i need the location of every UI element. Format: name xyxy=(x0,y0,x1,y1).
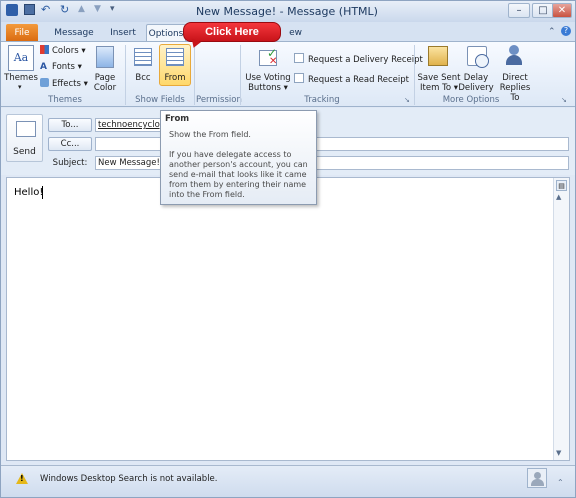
effects-button[interactable]: Effects ▾ xyxy=(40,78,88,90)
voting-buttons-label-text: Buttons xyxy=(248,83,281,93)
tooltip-line: send e-mail that looks like it came xyxy=(169,170,307,179)
colors-button[interactable]: Colors ▾ xyxy=(40,45,86,57)
read-receipt-checkbox[interactable]: Request a Read Receipt xyxy=(294,73,409,86)
delivery-receipt-label: Request a Delivery Receipt xyxy=(308,55,423,65)
themes-dropdown-icon[interactable]: ▾ xyxy=(18,83,22,91)
colors-label: Colors xyxy=(52,46,79,56)
bcc-button[interactable]: Bcc xyxy=(128,73,158,83)
person-body-shape xyxy=(506,55,522,65)
group-separator xyxy=(194,45,195,105)
save-sent-item-label-text: Item To xyxy=(420,83,452,93)
page-color-label-line2: Color xyxy=(93,83,117,93)
voting-buttons-label-line2: Buttons ▾ xyxy=(248,83,288,93)
save-sent-item-button[interactable]: Save Sent xyxy=(416,73,462,83)
to-field[interactable]: technoencycloped xyxy=(95,118,165,132)
minimize-ribbon-icon[interactable]: ⌃ xyxy=(548,27,556,37)
delay-delivery-button[interactable]: Delay xyxy=(458,73,494,83)
group-separator xyxy=(240,45,241,105)
ruler-toggle-icon[interactable]: ▤ xyxy=(556,180,567,191)
send-envelope-icon xyxy=(16,121,36,137)
close-button[interactable]: ✕ xyxy=(552,3,572,18)
from-icon[interactable] xyxy=(166,48,184,66)
tab-insert[interactable]: Insert xyxy=(104,24,142,42)
message-body[interactable] xyxy=(6,177,570,461)
scroll-down-arrow-icon[interactable]: ▼ xyxy=(556,449,561,457)
tooltip-title: From xyxy=(165,114,190,124)
save-sent-item-label-line2: Item To ▾ xyxy=(420,83,458,93)
voting-buttons-icon[interactable]: ✓ ✕ xyxy=(257,46,279,68)
direct-replies-icon[interactable] xyxy=(504,45,524,67)
tab-options[interactable]: Options xyxy=(146,24,186,42)
colors-icon xyxy=(40,45,49,54)
fonts-button[interactable]: A Fonts ▾ xyxy=(40,61,82,73)
click-here-callout: Click Here xyxy=(183,22,281,42)
warning-icon-glyph: ! xyxy=(20,474,24,483)
checkbox-box[interactable] xyxy=(294,53,304,63)
tab-message[interactable]: Message xyxy=(50,24,98,42)
tooltip-line: into the From field. xyxy=(169,190,245,199)
group-label-themes: Themes xyxy=(48,95,82,105)
minimize-button[interactable]: – xyxy=(508,3,530,18)
direct-replies-button[interactable]: Direct xyxy=(494,73,536,83)
avatar-head-shape xyxy=(534,472,541,479)
tooltip-line: from them by entering their name xyxy=(169,180,307,189)
tab-file[interactable]: File xyxy=(6,24,38,42)
people-pane-avatar[interactable] xyxy=(527,468,547,488)
delay-delivery-label-line2: Delivery xyxy=(458,83,494,93)
maximize-button[interactable]: □ xyxy=(532,3,554,18)
message-body-text: Hello! xyxy=(14,187,44,198)
effects-label: Effects xyxy=(52,79,81,89)
effects-icon xyxy=(40,78,49,87)
voting-buttons-button[interactable]: Use Voting xyxy=(243,73,293,83)
group-label-more-options: More Options xyxy=(442,95,500,105)
group-label-tracking: Tracking xyxy=(304,95,340,105)
expand-pane-icon[interactable]: ⌃ xyxy=(557,478,564,487)
dialog-launcher-icon[interactable]: ↘ xyxy=(404,96,410,104)
delivery-receipt-checkbox[interactable]: Request a Delivery Receipt xyxy=(294,53,423,66)
page-color-button[interactable]: Page xyxy=(88,73,122,83)
vertical-scrollbar[interactable] xyxy=(553,178,569,460)
themes-button[interactable]: Themes xyxy=(4,73,38,83)
fonts-icon: A xyxy=(40,62,47,72)
subject-label: Subject: xyxy=(52,158,88,168)
help-icon[interactable]: ? xyxy=(561,26,571,36)
tooltip-line: another person's account, you can xyxy=(169,160,308,169)
text-cursor xyxy=(42,186,43,199)
scroll-up-arrow-icon[interactable]: ▲ xyxy=(556,193,561,201)
send-button[interactable]: Send xyxy=(6,114,43,162)
group-label-show-fields: Show Fields xyxy=(135,95,185,105)
save-sent-item-icon[interactable] xyxy=(428,46,448,66)
to-button[interactable]: To... xyxy=(48,118,92,132)
from-button[interactable]: From xyxy=(160,73,190,83)
send-label: Send xyxy=(13,147,36,157)
tooltip-line: If you have delegate access to xyxy=(169,150,292,159)
group-separator xyxy=(414,45,415,105)
cc-button[interactable]: Cc... xyxy=(48,137,92,151)
status-message: Windows Desktop Search is not available. xyxy=(40,474,218,484)
tooltip-line: Show the From field. xyxy=(169,130,251,139)
avatar-body-shape xyxy=(531,479,544,486)
person-head-shape xyxy=(509,45,519,55)
read-receipt-label: Request a Read Receipt xyxy=(308,75,409,85)
bcc-icon[interactable] xyxy=(134,48,152,66)
themes-icon[interactable]: Aa xyxy=(8,45,34,71)
clock-icon xyxy=(475,54,489,68)
checkbox-box[interactable] xyxy=(294,73,304,83)
page-color-icon[interactable] xyxy=(96,46,114,68)
dialog-launcher-icon[interactable]: ↘ xyxy=(561,96,567,104)
tab-review-label: ew xyxy=(289,28,302,38)
fonts-label: Fonts xyxy=(52,62,75,72)
x-mark-icon: ✕ xyxy=(269,56,278,67)
group-label-permission: Permission xyxy=(196,95,242,105)
delay-delivery-icon[interactable] xyxy=(467,46,489,68)
window-title: New Message! - Message (HTML) xyxy=(196,5,378,18)
group-separator xyxy=(125,45,126,105)
